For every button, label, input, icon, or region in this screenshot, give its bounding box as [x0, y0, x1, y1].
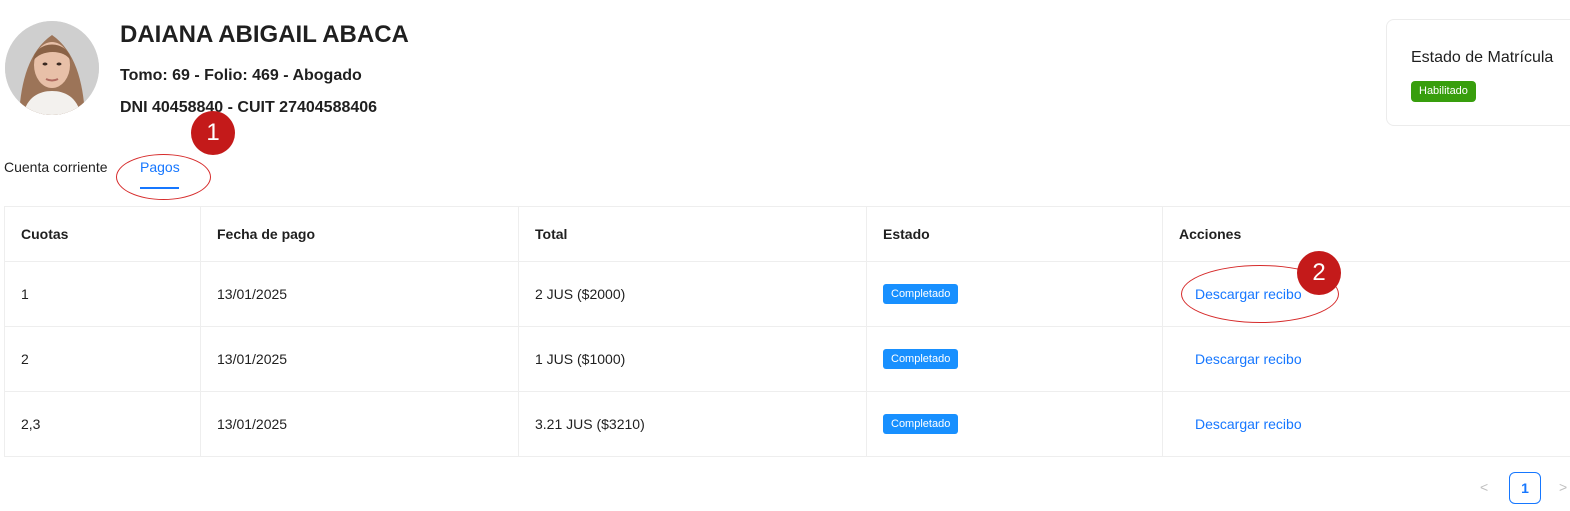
table-row: 1 13/01/2025 2 JUS ($2000) Completado De…: [4, 261, 1570, 327]
cell-estado: Completado: [866, 326, 1163, 392]
table-row: 2,3 13/01/2025 3.21 JUS ($3210) Completa…: [4, 391, 1570, 457]
tab-cuenta-corriente[interactable]: Cuenta corriente: [4, 159, 108, 175]
status-badge: Habilitado: [1411, 81, 1476, 102]
column-header-acciones: Acciones: [1162, 206, 1570, 262]
column-header-cuotas: Cuotas: [4, 206, 201, 262]
column-header-fecha: Fecha de pago: [200, 206, 519, 262]
table-row: 2 13/01/2025 1 JUS ($1000) Completado De…: [4, 326, 1570, 392]
cell-cuotas: 2,3: [4, 391, 201, 457]
pagination-prev-icon[interactable]: <: [1480, 479, 1488, 495]
cell-cuotas: 2: [4, 326, 201, 392]
cell-cuotas: 1: [4, 261, 201, 327]
status-card-title: Estado de Matrícula: [1411, 49, 1554, 66]
status-tag-completado: Completado: [883, 349, 959, 369]
pagination-next-icon[interactable]: >: [1559, 479, 1567, 495]
registration-status-card: Estado de Matrícula Habilitado: [1386, 19, 1570, 126]
column-header-estado: Estado: [866, 206, 1163, 262]
download-receipt-button[interactable]: Descargar recibo: [1179, 351, 1318, 367]
profile-dni-cuit: DNI 40458840 - CUIT 27404588406: [120, 99, 378, 116]
cell-estado: Completado: [866, 261, 1163, 327]
cell-fecha: 13/01/2025: [200, 326, 519, 392]
tab-pagos[interactable]: Pagos: [140, 159, 180, 175]
annotation-marker-1: 1: [191, 111, 235, 155]
column-header-total: Total: [518, 206, 867, 262]
cell-fecha: 13/01/2025: [200, 391, 519, 457]
cell-acciones: Descargar recibo: [1162, 261, 1570, 327]
avatar-photo: [5, 21, 99, 115]
active-tab-indicator: [140, 187, 179, 189]
table-header-row: Cuotas Fecha de pago Total Estado Accion…: [4, 206, 1570, 262]
status-tag-completado: Completado: [883, 414, 959, 434]
cell-total: 3.21 JUS ($3210): [518, 391, 867, 457]
download-receipt-button[interactable]: Descargar recibo: [1179, 416, 1318, 432]
cell-total: 2 JUS ($2000): [518, 261, 867, 327]
avatar: [5, 21, 99, 115]
status-tag-completado: Completado: [883, 284, 959, 304]
profile-name: DAIANA ABIGAIL ABACA: [120, 21, 409, 48]
cell-total: 1 JUS ($1000): [518, 326, 867, 392]
cell-estado: Completado: [866, 391, 1163, 457]
profile-tomo-folio: Tomo: 69 - Folio: 469 - Abogado: [120, 67, 362, 84]
cell-acciones: Descargar recibo: [1162, 326, 1570, 392]
cell-acciones: Descargar recibo: [1162, 391, 1570, 457]
pagination-page-1[interactable]: 1: [1509, 472, 1541, 504]
cell-fecha: 13/01/2025: [200, 261, 519, 327]
download-receipt-button[interactable]: Descargar recibo: [1179, 286, 1318, 302]
payments-table: Cuotas Fecha de pago Total Estado Accion…: [4, 206, 1570, 457]
